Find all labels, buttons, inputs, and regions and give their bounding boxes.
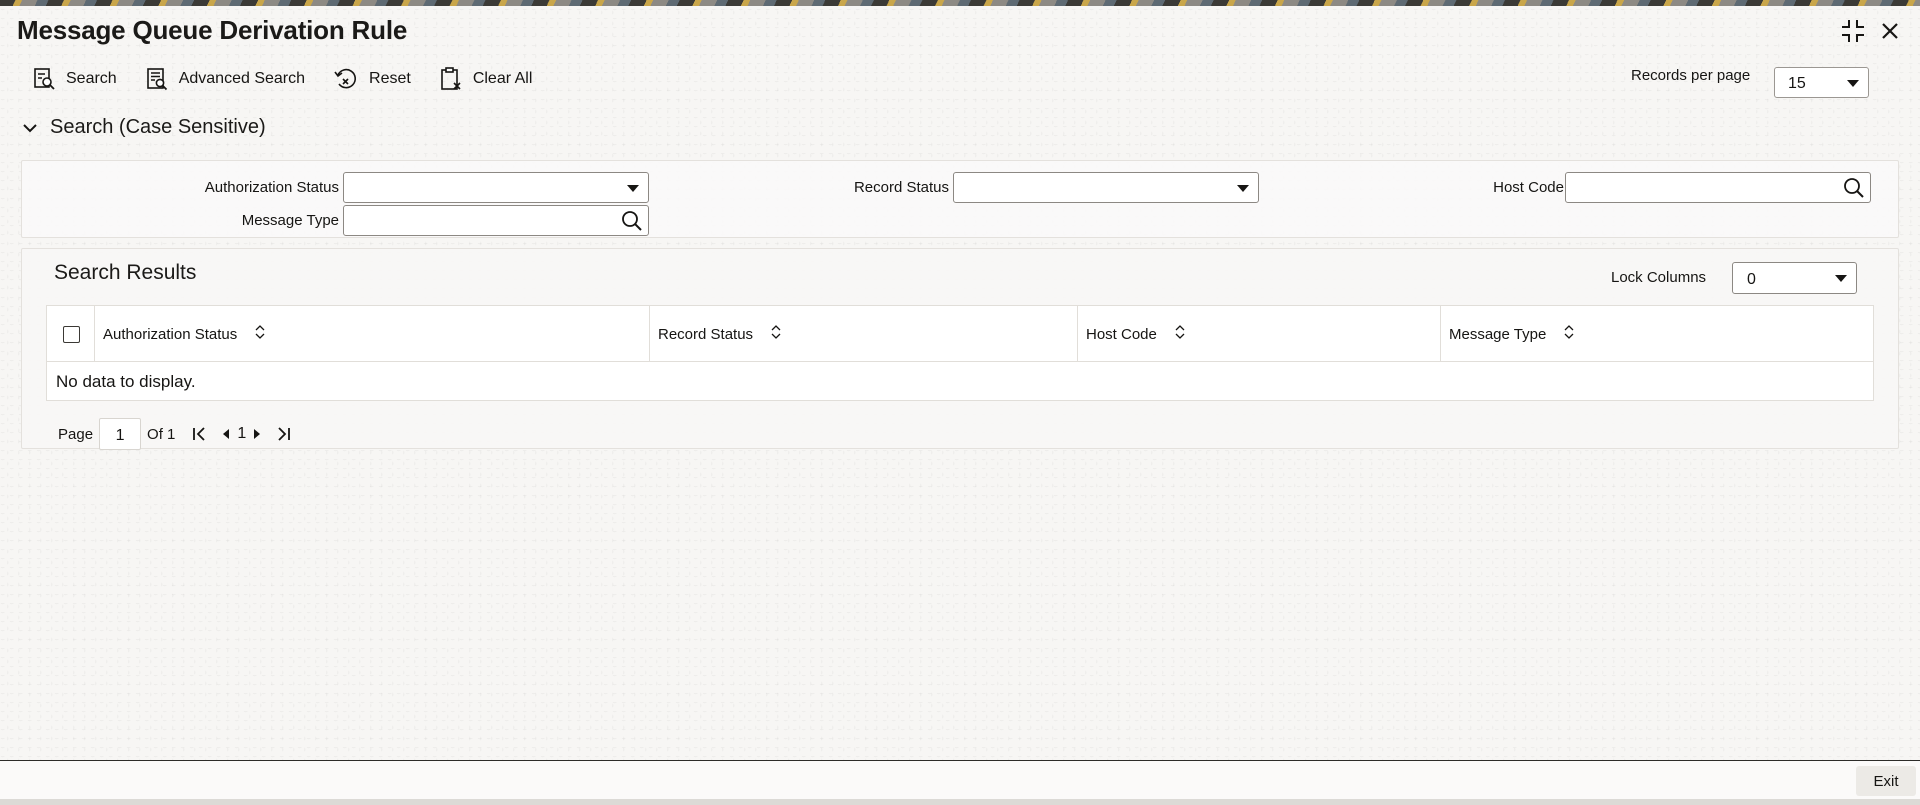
previous-page-icon[interactable] [221,427,231,441]
sort-icon[interactable] [1175,325,1185,339]
records-per-page-label: Records per page [1631,67,1751,84]
column-header-label: Host Code [1086,326,1157,343]
advanced-search-icon [146,68,167,91]
column-header-authorization-status[interactable]: Authorization Status [95,306,650,362]
select-all-column [47,306,95,362]
table-header: Authorization Status Record Status Host … [47,306,1873,362]
lock-columns-select[interactable]: 0 [1732,262,1857,294]
message-type-label: Message Type [241,212,339,229]
sort-icon[interactable] [255,325,265,339]
record-status-label: Record Status [853,179,949,196]
select-all-checkbox[interactable] [63,326,80,343]
records-per-page-value: 15 [1788,75,1806,92]
sort-icon[interactable] [1564,325,1574,339]
lock-columns-value: 0 [1747,271,1756,288]
search-icon[interactable] [1842,176,1866,205]
search-button-label: Search [66,70,117,87]
first-page-icon[interactable] [191,426,207,442]
column-header-label: Authorization Status [103,326,238,343]
host-code-field[interactable] [1565,172,1871,203]
chevron-down-icon [1835,275,1847,282]
authorization-status-select[interactable] [343,172,649,203]
host-code-label: Host Code [1493,179,1564,196]
reset-icon [334,68,357,89]
authorization-status-label: Authorization Status [204,179,339,196]
chevron-down-icon [1847,80,1859,87]
page-count-label: Of 1 [147,425,176,443]
search-results-title: Search Results [54,261,197,284]
reset-button[interactable]: Reset [333,67,411,91]
lock-columns-label: Lock Columns [1611,269,1707,286]
page-link-1[interactable]: 1 [237,425,246,443]
footer-bar [0,761,1920,799]
clear-all-button-label: Clear All [472,70,533,87]
chevron-down-icon [1237,185,1249,192]
page-title: Message Queue Derivation Rule [17,15,408,45]
clear-clipboard-icon [441,67,461,90]
last-page-icon[interactable] [276,426,292,442]
search-criteria-panel: Authorization Status Record Status Host … [21,160,1899,238]
chevron-down-icon [23,123,37,132]
column-header-label: Record Status [658,326,754,343]
records-per-page-select[interactable]: 15 [1774,67,1869,98]
close-icon[interactable] [1880,21,1900,41]
search-button[interactable]: Search [32,67,117,91]
record-status-select[interactable] [953,172,1259,203]
no-data-message: No data to display. [56,372,196,391]
search-doc-icon [34,68,55,90]
column-header-record-status[interactable]: Record Status [650,306,1078,362]
pagination: Page 1 Of 1 1 [58,418,292,450]
bottom-band [0,799,1920,805]
search-icon[interactable] [620,209,644,238]
sort-icon[interactable] [771,325,781,339]
search-section-title: Search (Case Sensitive) [50,116,266,138]
clear-all-button[interactable]: Clear All [439,66,533,92]
results-table: Authorization Status Record Status Host … [46,305,1874,401]
message-type-field[interactable] [343,205,649,236]
window-controls [1840,18,1900,44]
column-header-label: Message Type [1449,326,1547,343]
collapse-icon[interactable] [1840,18,1866,44]
column-header-message-type[interactable]: Message Type [1441,306,1873,362]
chevron-down-icon [627,185,639,192]
page-label: Page [58,425,94,443]
column-header-host-code[interactable]: Host Code [1078,306,1441,362]
next-page-icon[interactable] [252,427,262,441]
search-section-header[interactable]: Search (Case Sensitive) [22,116,266,139]
toolbar: Search Advanced Search Reset Clear All [32,66,560,92]
reset-button-label: Reset [369,70,411,87]
advanced-search-button[interactable]: Advanced Search [145,67,305,91]
page-number-input[interactable]: 1 [99,418,142,450]
advanced-search-button-label: Advanced Search [178,70,306,87]
exit-button[interactable]: Exit [1856,766,1916,796]
